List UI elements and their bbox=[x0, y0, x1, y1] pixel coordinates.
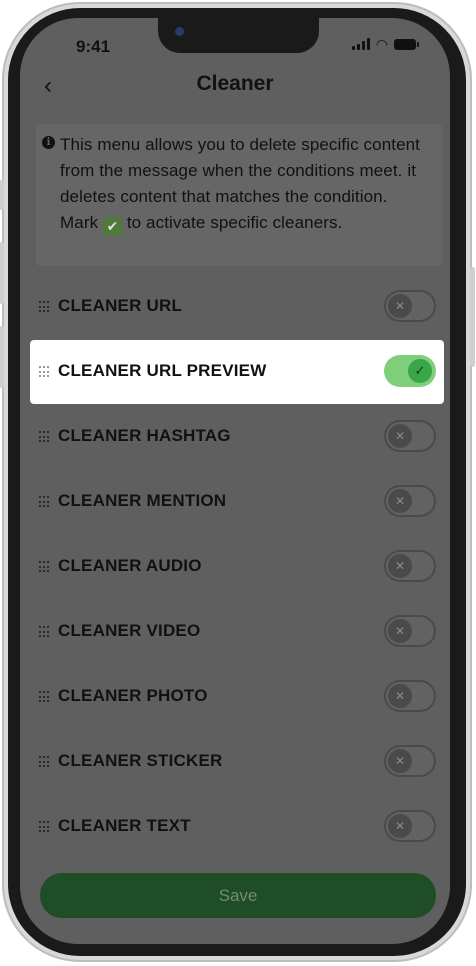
drag-handle-icon[interactable] bbox=[39, 431, 51, 443]
cleaner-toggle[interactable]: ✕ bbox=[384, 290, 436, 322]
camera-icon bbox=[175, 27, 184, 36]
cleaner-label: CLEANER TEXT bbox=[58, 816, 191, 835]
x-icon: ✕ bbox=[388, 424, 412, 448]
signal-icon bbox=[351, 38, 370, 50]
info-icon: i bbox=[42, 136, 55, 149]
drag-handle-icon[interactable] bbox=[39, 301, 51, 313]
x-icon: ✕ bbox=[388, 814, 412, 838]
cleaner-label: CLEANER URL bbox=[58, 296, 183, 315]
cleaner-row[interactable]: CLEANER TEXT ✕ bbox=[20, 795, 450, 859]
page-title: Cleaner bbox=[196, 72, 274, 95]
x-icon: ✕ bbox=[388, 749, 412, 773]
x-icon: ✕ bbox=[388, 294, 412, 318]
cleaner-label: CLEANER AUDIO bbox=[58, 556, 202, 575]
volume-down-button bbox=[0, 326, 4, 388]
cleaner-label: CLEANER URL PREVIEW bbox=[58, 361, 267, 380]
cleaner-row[interactable]: CLEANER URL ✕ bbox=[20, 275, 450, 339]
cleaner-toggle[interactable]: ✕ bbox=[384, 810, 436, 842]
x-icon: ✕ bbox=[388, 619, 412, 643]
drag-handle-icon[interactable] bbox=[39, 561, 51, 573]
header: ‹ Cleaner bbox=[20, 68, 450, 104]
cleaner-toggle[interactable]: ✕ bbox=[384, 615, 436, 647]
cleaner-toggle[interactable]: ✕ bbox=[384, 550, 436, 582]
info-description: This menu allows you to delete specific … bbox=[60, 135, 420, 206]
cleaner-toggle[interactable]: ✕ bbox=[384, 420, 436, 452]
cleaner-label: CLEANER HASHTAG bbox=[58, 426, 231, 445]
cleaner-row[interactable]: CLEANER HASHTAG ✕ bbox=[20, 405, 450, 469]
cleaner-toggle[interactable]: ✕ bbox=[384, 745, 436, 777]
check-mark-icon: ✔ bbox=[103, 217, 123, 236]
cleaner-toggle[interactable]: ✓ bbox=[384, 355, 436, 387]
info-mark-suffix: to activate specific cleaners. bbox=[126, 213, 343, 232]
power-button bbox=[470, 267, 475, 367]
cleaner-row[interactable]: CLEANER AUDIO ✕ bbox=[20, 535, 450, 599]
battery-icon bbox=[394, 38, 419, 50]
volume-up-button bbox=[0, 242, 4, 304]
x-icon: ✕ bbox=[388, 489, 412, 513]
info-box: i This menu allows you to delete specifi… bbox=[36, 124, 442, 266]
cleaner-label: CLEANER VIDEO bbox=[58, 621, 201, 640]
x-icon: ✕ bbox=[388, 554, 412, 578]
cleaner-label: CLEANER PHOTO bbox=[58, 686, 208, 705]
x-icon: ✕ bbox=[388, 684, 412, 708]
cleaner-row[interactable]: CLEANER MENTION ✕ bbox=[20, 470, 450, 534]
cleaner-row[interactable]: CLEANER URL PREVIEW ✓ bbox=[30, 340, 444, 404]
cleaner-toggle[interactable]: ✕ bbox=[384, 680, 436, 712]
drag-handle-icon[interactable] bbox=[39, 366, 51, 378]
notch bbox=[158, 18, 319, 53]
check-icon: ✓ bbox=[408, 359, 432, 383]
drag-handle-icon[interactable] bbox=[39, 496, 51, 508]
drag-handle-icon[interactable] bbox=[39, 821, 51, 833]
cleaner-toggle[interactable]: ✕ bbox=[384, 485, 436, 517]
drag-handle-icon[interactable] bbox=[39, 691, 51, 703]
cleaner-label: CLEANER MENTION bbox=[58, 491, 227, 510]
wifi-icon: ◠ bbox=[375, 36, 388, 52]
status-icons: ◠ bbox=[351, 36, 419, 52]
drag-handle-icon[interactable] bbox=[39, 756, 51, 768]
cleaner-label: CLEANER STICKER bbox=[58, 751, 223, 770]
drag-handle-icon[interactable] bbox=[39, 626, 51, 638]
cleaner-row[interactable]: CLEANER VIDEO ✕ bbox=[20, 600, 450, 664]
action-button bbox=[0, 180, 4, 210]
cleaner-row[interactable]: CLEANER PHOTO ✕ bbox=[20, 665, 450, 729]
cleaner-row[interactable]: CLEANER STICKER ✕ bbox=[20, 730, 450, 794]
save-button[interactable]: Save bbox=[40, 873, 436, 918]
info-mark-prefix: Mark bbox=[60, 213, 99, 232]
status-time: 9:41 bbox=[76, 37, 111, 56]
screen: 9:41 ◠ ‹ Cleaner i This menu allows you … bbox=[20, 18, 450, 944]
info-text: This menu allows you to delete specific … bbox=[60, 132, 428, 236]
